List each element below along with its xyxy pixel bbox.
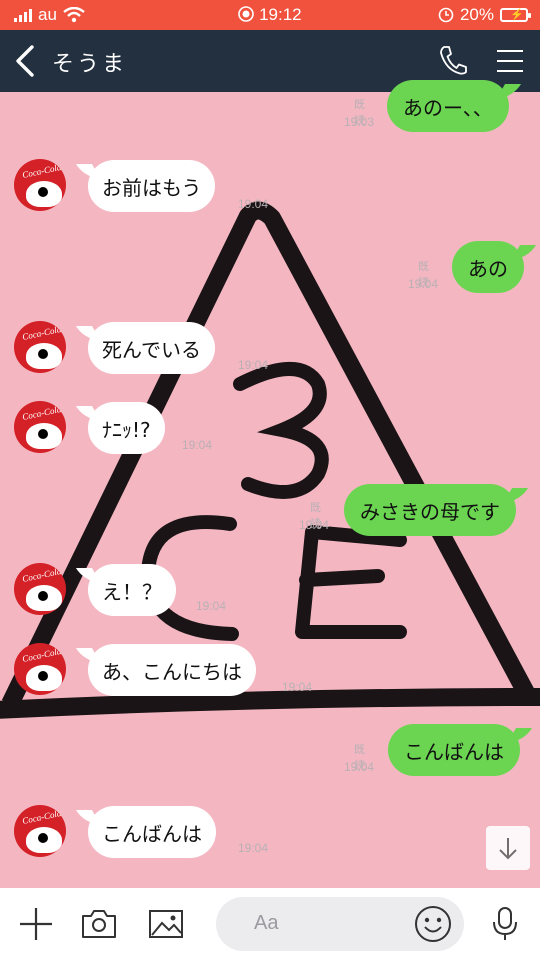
message-bubble[interactable]: あ、こんにちは <box>88 644 256 696</box>
message-bubble[interactable]: あの <box>452 241 524 293</box>
avatar[interactable]: Coca-Cola <box>14 805 66 857</box>
plus-icon[interactable] <box>18 906 54 942</box>
message-time: 19:04 <box>238 841 269 855</box>
status-time: 19:12 <box>259 5 302 24</box>
message-bubble[interactable]: ﾅﾆｯ!? <box>88 402 165 454</box>
avatar[interactable]: Coca-Cola <box>14 643 66 695</box>
camera-icon[interactable] <box>81 906 117 942</box>
avatar[interactable]: Coca-Cola <box>14 321 66 373</box>
message-time: 19:03 <box>344 115 375 129</box>
recording-icon <box>238 6 255 22</box>
menu-icon[interactable] <box>496 48 524 74</box>
battery-percent: 20% <box>459 5 494 24</box>
battery-icon: ⚡ <box>500 8 531 22</box>
message-time: 19:04 <box>344 760 375 774</box>
arrow-down-icon[interactable] <box>486 826 530 870</box>
microphone-icon[interactable] <box>487 906 523 942</box>
avatar[interactable]: Coca-Cola <box>14 401 66 453</box>
message-input-placeholder: Aa <box>254 912 279 934</box>
message-bubble[interactable]: こんばんは <box>388 724 520 776</box>
avatar[interactable]: Coca-Cola <box>14 159 66 211</box>
message-time: 19:04 <box>299 518 330 532</box>
message-bubble[interactable]: みさきの母です <box>344 484 516 536</box>
phone-icon[interactable] <box>438 44 468 76</box>
emoji-icon[interactable] <box>414 905 452 943</box>
message-bubble[interactable]: お前はもう <box>88 160 216 212</box>
message-time: 19:04 <box>196 599 227 613</box>
message-bubble[interactable]: あのー、、 <box>387 80 509 132</box>
status-bar: au 19:12 20% ⚡ <box>0 0 540 30</box>
contact-name: そうま <box>52 52 128 77</box>
image-icon[interactable] <box>148 906 184 942</box>
message-bubble[interactable]: 死んでいる <box>88 322 215 374</box>
message-bubble[interactable]: こんばんは <box>88 806 216 858</box>
message-time: 19:04 <box>182 438 213 452</box>
message-time: 19:04 <box>282 680 313 694</box>
message-time: 19:04 <box>238 358 269 372</box>
avatar[interactable]: Coca-Cola <box>14 563 66 615</box>
message-time: 19:04 <box>238 197 269 211</box>
message-time: 19:04 <box>408 277 439 291</box>
alarm-icon <box>438 7 454 23</box>
message-input[interactable]: Aa <box>216 897 464 951</box>
message-bubble[interactable]: え！？ <box>88 564 176 616</box>
back-chevron-icon[interactable] <box>12 43 42 79</box>
status-right: 20% ⚡ <box>438 5 531 25</box>
